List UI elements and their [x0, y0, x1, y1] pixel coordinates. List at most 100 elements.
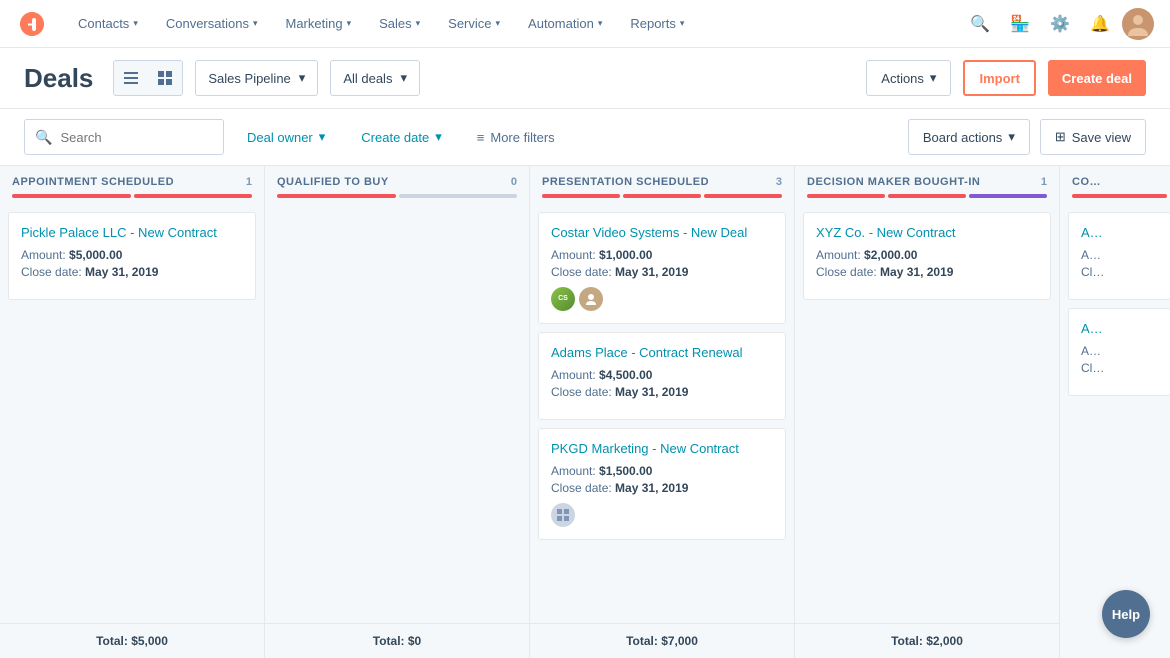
deal-title-partial-1: A… — [1081, 225, 1158, 242]
save-view-button[interactable]: ⊞ Save view — [1040, 119, 1146, 155]
nav-item-contacts[interactable]: Contacts ▾ — [64, 0, 152, 48]
search-icon: 🔍 — [35, 129, 52, 146]
actions-chevron-icon: ▾ — [930, 70, 937, 86]
deal-title-pickle-palace: Pickle Palace LLC - New Contract — [21, 225, 243, 242]
board-actions-button[interactable]: Board actions ▾ — [908, 119, 1030, 155]
more-filters-btn[interactable]: ≡ More filters — [465, 119, 567, 155]
col-total-qualified: Total: $0 — [373, 634, 421, 648]
col-total-presentation: Total: $7,000 — [626, 634, 698, 648]
col-title-appointment: APPOINTMENT SCHEDULED — [12, 176, 174, 188]
deal-amount-pkgd: Amount: $1,500.00 — [551, 464, 773, 478]
deal-card-adams-place[interactable]: Adams Place - Contract Renewal Amount: $… — [538, 332, 786, 420]
deal-amount-xyz: Amount: $2,000.00 — [816, 248, 1038, 262]
contacts-chevron-icon: ▾ — [133, 18, 138, 29]
deal-card-pkgd[interactable]: PKGD Marketing - New Contract Amount: $1… — [538, 428, 786, 540]
col-count-qualified: 0 — [511, 176, 517, 188]
nav-item-service[interactable]: Service ▾ — [434, 0, 514, 48]
col-footer-presentation: Total: $7,000 — [530, 623, 794, 658]
deal-card-pickle-palace[interactable]: Pickle Palace LLC - New Contract Amount:… — [8, 212, 256, 300]
avatar-grid-icon — [551, 503, 575, 527]
deal-title-xyz: XYZ Co. - New Contract — [816, 225, 1038, 242]
deal-owner-label: Deal owner — [247, 130, 313, 145]
col-bars-qualified — [277, 194, 517, 198]
col-total-appointment: Total: $5,000 — [96, 634, 168, 648]
col-bar-p2 — [623, 194, 701, 198]
col-title-presentation: PRESENTATION SCHEDULED — [542, 176, 709, 188]
column-qualified-to-buy: QUALIFIED TO BUY 0 Total: $0 — [265, 166, 530, 658]
col-title-partial: CO… — [1072, 176, 1101, 188]
column-partial: CO… A… A… Cl… A… A… Cl… — [1060, 166, 1170, 658]
nav-item-reports[interactable]: Reports ▾ — [616, 0, 698, 48]
deal-title-pkgd: PKGD Marketing - New Contract — [551, 441, 773, 458]
deal-card-costar-video[interactable]: Costar Video Systems - New Deal Amount: … — [538, 212, 786, 324]
col-bars-presentation — [542, 194, 782, 198]
col-footer-decision: Total: $2,000 — [795, 623, 1059, 658]
save-view-label: Save view — [1072, 130, 1131, 145]
notifications-icon-btn[interactable]: 🔔 — [1082, 6, 1118, 42]
import-button[interactable]: Import — [963, 60, 1035, 96]
col-header-qualified: QUALIFIED TO BUY 0 — [265, 166, 529, 208]
help-button[interactable]: Help — [1102, 590, 1150, 638]
col-footer-qualified: Total: $0 — [265, 623, 529, 658]
pipeline-label: Sales Pipeline — [208, 71, 290, 86]
help-label: Help — [1112, 607, 1140, 622]
page-header: Deals Sales Pipeline ▾ — [0, 48, 1170, 109]
card-avatars-pkgd — [551, 503, 773, 527]
deal-title-partial-2: A… — [1081, 321, 1158, 338]
deal-amount-partial-1: A… — [1081, 248, 1158, 262]
marketplace-icon-btn[interactable]: 🏪 — [1002, 6, 1038, 42]
top-navigation: Contacts ▾ Conversations ▾ Marketing ▾ S… — [0, 0, 1170, 48]
col-bar-part1 — [1072, 194, 1167, 198]
all-deals-chevron-icon: ▾ — [400, 70, 407, 86]
col-cards-partial: A… A… Cl… A… A… Cl… — [1060, 208, 1170, 658]
search-icon-btn[interactable]: 🔍 — [962, 6, 998, 42]
reports-chevron-icon: ▾ — [680, 18, 685, 29]
deal-title-costar: Costar Video Systems - New Deal — [551, 225, 773, 242]
sales-chevron-icon: ▾ — [416, 18, 421, 29]
col-bar-p1 — [542, 194, 620, 198]
create-deal-button[interactable]: Create deal — [1048, 60, 1146, 96]
deal-amount-partial-2: A… — [1081, 344, 1158, 358]
filter-bar: 🔍 Deal owner ▾ Create date ▾ ≡ More filt… — [0, 109, 1170, 166]
grid-view-btn[interactable] — [148, 61, 182, 95]
list-view-btn[interactable] — [114, 61, 148, 95]
grid-view-icon — [158, 71, 172, 85]
create-date-chevron-icon: ▾ — [435, 129, 442, 145]
nav-service-label: Service — [448, 16, 491, 31]
deal-card-partial-2[interactable]: A… A… Cl… — [1068, 308, 1170, 396]
hubspot-logo[interactable] — [16, 8, 48, 40]
search-input[interactable] — [60, 130, 213, 145]
deal-card-xyz[interactable]: XYZ Co. - New Contract Amount: $2,000.00… — [803, 212, 1051, 300]
page-title: Deals — [24, 63, 93, 94]
list-view-icon — [124, 71, 138, 85]
nav-item-automation[interactable]: Automation ▾ — [514, 0, 616, 48]
deal-card-partial-1[interactable]: A… A… Cl… — [1068, 212, 1170, 300]
import-label: Import — [979, 71, 1019, 86]
all-deals-selector[interactable]: All deals ▾ — [330, 60, 420, 96]
deal-owner-filter-btn[interactable]: Deal owner ▾ — [234, 119, 338, 155]
column-appointment-scheduled: APPOINTMENT SCHEDULED 1 Pickle Palace LL… — [0, 166, 265, 658]
col-count-appointment: 1 — [246, 176, 252, 188]
nav-item-conversations[interactable]: Conversations ▾ — [152, 0, 272, 48]
col-total-decision: Total: $2,000 — [891, 634, 963, 648]
actions-button[interactable]: Actions ▾ — [866, 60, 951, 96]
nav-item-marketing[interactable]: Marketing ▾ — [271, 0, 365, 48]
col-bar-q2 — [399, 194, 518, 198]
deal-close-pkgd: Close date: May 31, 2019 — [551, 481, 773, 495]
deal-amount-pickle-palace: Amount: $5,000.00 — [21, 248, 243, 262]
all-deals-label: All deals — [343, 71, 392, 86]
search-box[interactable]: 🔍 — [24, 119, 224, 155]
nav-item-sales[interactable]: Sales ▾ — [365, 0, 434, 48]
user-avatar[interactable] — [1122, 8, 1154, 40]
col-footer-appointment: Total: $5,000 — [0, 623, 264, 658]
col-cards-qualified — [265, 208, 529, 623]
settings-icon-btn[interactable]: ⚙️ — [1042, 6, 1078, 42]
create-date-filter-btn[interactable]: Create date ▾ — [348, 119, 454, 155]
nav-conversations-label: Conversations — [166, 16, 249, 31]
view-toggle — [113, 60, 183, 96]
col-header-partial: CO… — [1060, 166, 1170, 208]
pipeline-selector[interactable]: Sales Pipeline ▾ — [195, 60, 318, 96]
col-bars-partial — [1072, 194, 1167, 198]
pipeline-chevron-icon: ▾ — [299, 70, 306, 86]
avatar-costar-logo: CS — [551, 287, 575, 311]
